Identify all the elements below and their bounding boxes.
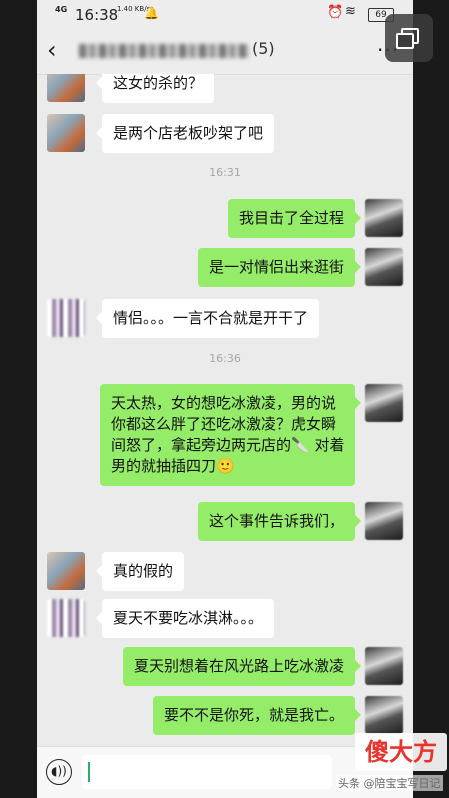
message-line: 男的就抽插四刀🙂 [111, 457, 235, 475]
avatar[interactable] [365, 647, 403, 685]
network-indicator: 4G [55, 5, 68, 14]
chat-header: ‹ (5) ··· [37, 30, 413, 75]
avatar[interactable] [365, 248, 403, 286]
avatar[interactable] [365, 696, 403, 734]
voice-icon[interactable]: ◖)) [46, 759, 72, 785]
sent-message[interactable]: 这个事件告诉我们， [198, 502, 362, 541]
watermark-brand: 傻大方 [355, 733, 447, 771]
avatar[interactable] [365, 199, 403, 237]
avatar[interactable] [47, 299, 85, 337]
floating-window-icon[interactable] [385, 14, 433, 62]
notification-bell-icon: 🔔 [144, 6, 159, 20]
message-line: 你都这么胖了还吃冰激凌？虎女瞬 [111, 415, 337, 433]
wifi-icon: ≋ [345, 4, 356, 19]
sent-message[interactable]: 要不不是你死，就是我亡。 [153, 696, 362, 735]
received-message[interactable]: 夏天不要吃冰淇淋。。。 [95, 599, 275, 638]
avatar[interactable] [47, 114, 85, 152]
chat-title-blurred [79, 44, 249, 58]
sent-message[interactable]: 是一对情侣出来逛街 [198, 248, 362, 287]
received-message[interactable]: 情侣。。。一言不合就是开干了 [95, 299, 320, 338]
status-time: 16:38 [75, 6, 119, 24]
sent-message[interactable]: 夏天别想着在风光路上吃冰激凌 [123, 647, 362, 686]
avatar[interactable] [365, 384, 403, 422]
timestamp: 16:31 [209, 166, 241, 179]
alarm-icon: ⏰ [327, 5, 344, 20]
chat-messages[interactable]: 这女的杀的？ 是两个店老板吵架了吧 16:31 我目击了全过程是一对情侣出来逛街情侣。… [37, 74, 413, 746]
received-message[interactable]: 真的假的 [95, 552, 185, 591]
message-line: 间怒了，拿起旁边两元店的🔪 对着 [111, 436, 345, 454]
timestamp: 16:36 [209, 352, 241, 365]
phone-screen: 4G 16:38 1.40 KB/s 🔔 ⏰ ≋ 69 ‹ (5) ··· 这女… [37, 0, 413, 798]
status-bar: 4G 16:38 1.40 KB/s 🔔 ⏰ ≋ 69 [37, 0, 413, 30]
avatar[interactable] [365, 502, 403, 540]
message-line: 天太热，女的想吃冰激凌，男的说 [111, 394, 337, 412]
message-input[interactable] [82, 755, 332, 789]
watermark-source: 头条 @陪宝宝写日记 [336, 775, 443, 791]
avatar[interactable] [47, 552, 85, 590]
text-caret [88, 762, 90, 782]
received-message[interactable]: 是两个店老板吵架了吧 [95, 114, 275, 153]
avatar[interactable] [47, 599, 85, 637]
chevron-left-icon[interactable]: ‹ [47, 38, 57, 62]
sent-message[interactable]: 我目击了全过程 [228, 199, 362, 238]
group-member-count: (5) [252, 39, 275, 58]
sent-message[interactable]: 天太热，女的想吃冰激凌，男的说 你都这么胖了还吃冰激凌？虎女瞬 间怒了，拿起旁边两元… [100, 384, 362, 486]
received-message[interactable]: 这女的杀的？ [95, 74, 215, 103]
avatar[interactable] [47, 74, 85, 102]
